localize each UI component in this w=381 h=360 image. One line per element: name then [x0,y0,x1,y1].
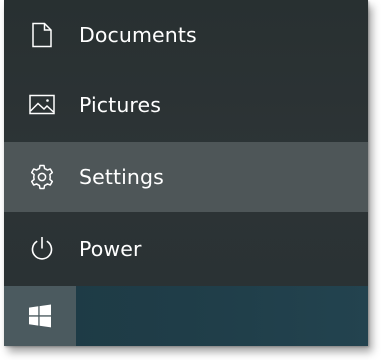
document-icon [28,21,56,49]
pictures-icon [28,91,56,119]
windows-logo-icon [28,304,52,328]
menu-item-documents[interactable]: Documents [4,0,368,70]
menu-item-power[interactable]: Power [4,214,368,284]
menu-item-label: Settings [79,165,164,189]
menu-item-settings[interactable]: Settings [4,142,368,212]
taskbar [4,286,368,346]
start-menu-window: Documents Pictures Settings Power [4,0,368,346]
start-button[interactable] [4,286,76,346]
menu-item-label: Pictures [79,93,161,117]
menu-item-pictures[interactable]: Pictures [4,70,368,140]
power-icon [28,235,56,263]
menu-item-label: Documents [79,23,197,47]
gear-icon [28,163,56,191]
menu-item-label: Power [79,237,142,261]
start-menu: Documents Pictures Settings Power [4,0,368,286]
